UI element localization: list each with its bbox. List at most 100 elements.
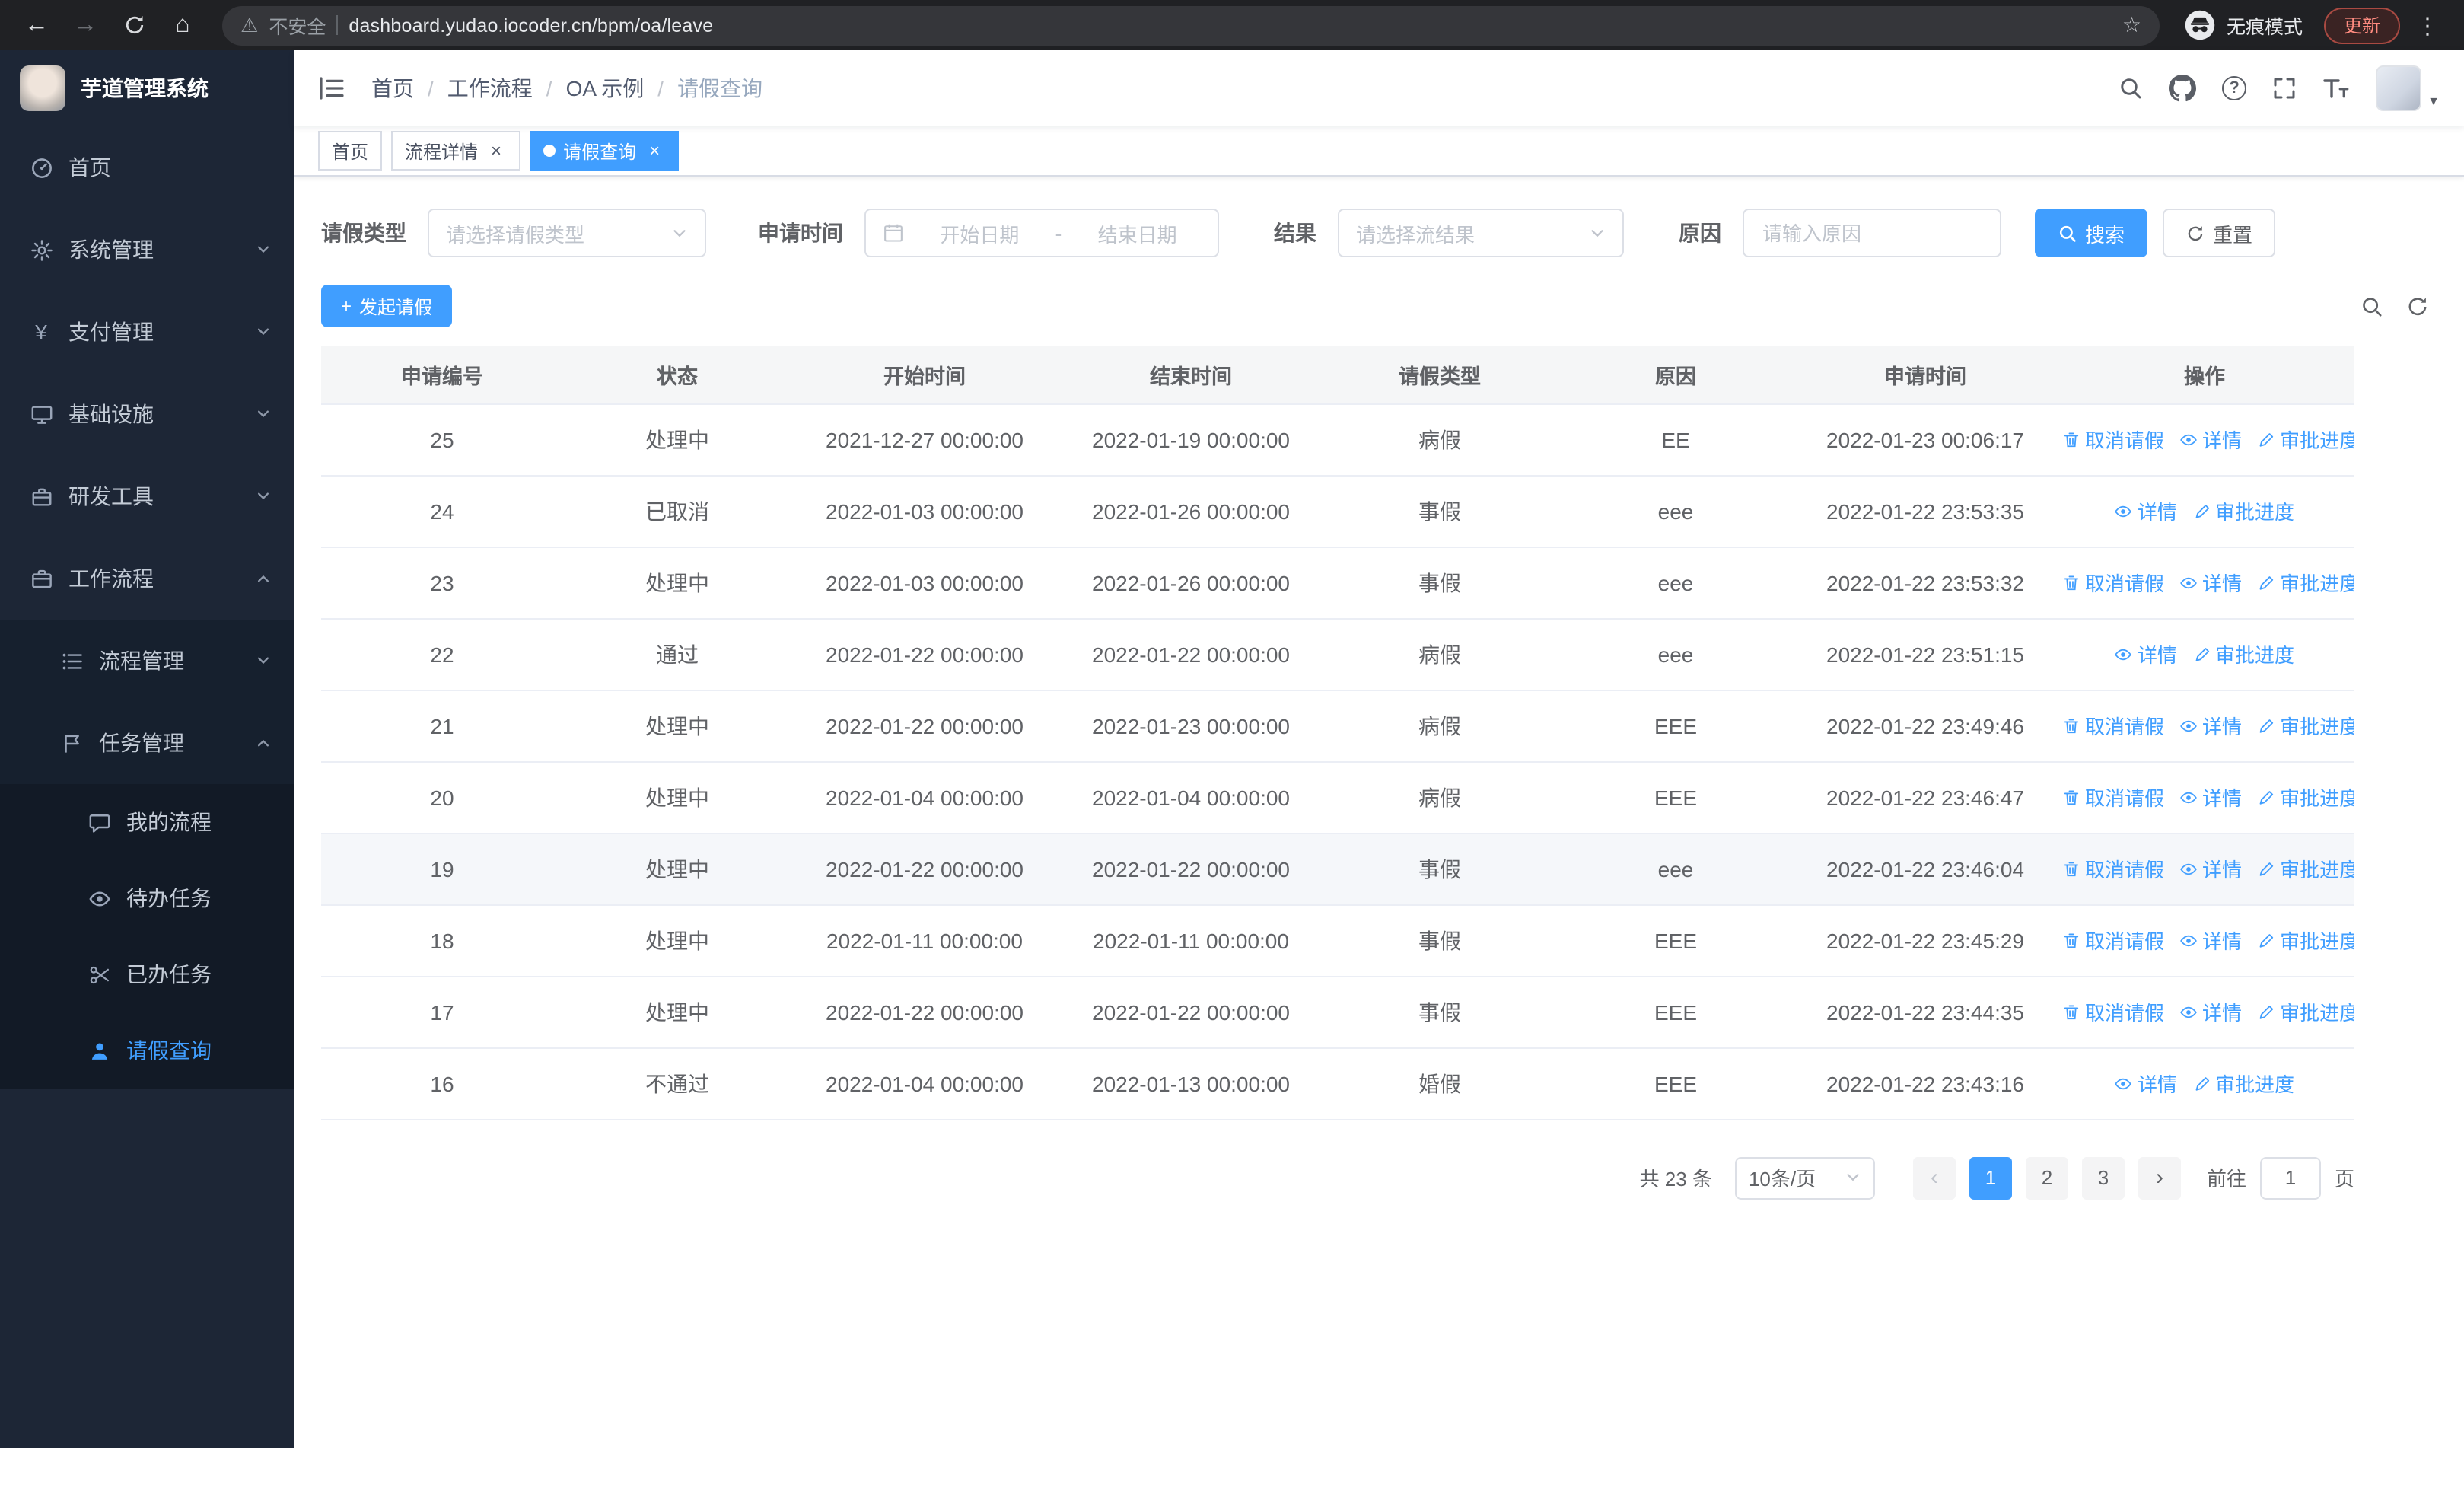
cancel-leave-link[interactable]: 取消请假 — [2062, 568, 2164, 597]
approval-progress-link[interactable]: 审批进度 — [2257, 425, 2354, 454]
app-logo[interactable]: 芋道管理系统 — [0, 50, 294, 126]
sidebar-item-home[interactable]: 首页 — [0, 126, 294, 209]
sidebar-item-label: 任务管理 — [99, 731, 184, 755]
sidebar-collapse-icon[interactable] — [318, 76, 345, 100]
incognito-icon — [2184, 9, 2216, 41]
cell-type: 事假 — [1324, 904, 1555, 977]
omnibox-divider — [336, 15, 339, 35]
table-row: 17 处理中 2022-01-22 00:00:00 2022-01-22 00:00… — [321, 976, 2354, 1048]
apply-time-range-picker[interactable]: 开始日期 - 结束日期 — [864, 209, 1219, 257]
home-icon[interactable]: ⌂ — [161, 4, 204, 46]
reason-input[interactable] — [1743, 209, 2001, 257]
detail-link[interactable]: 详情 — [2179, 997, 2242, 1026]
sidebar-item-dev-tools[interactable]: 研发工具 — [0, 455, 294, 537]
detail-link[interactable]: 详情 — [2179, 568, 2242, 597]
approval-progress-link[interactable]: 审批进度 — [2257, 711, 2354, 740]
sidebar-item-label: 待办任务 — [126, 886, 212, 910]
cancel-leave-link[interactable]: 取消请假 — [2062, 425, 2164, 454]
caret-down-icon: ▼ — [2427, 94, 2440, 108]
approval-progress-link[interactable]: 审批进度 — [2192, 496, 2294, 525]
detail-link[interactable]: 详情 — [2179, 783, 2242, 811]
chevron-down-icon — [256, 489, 271, 504]
close-icon[interactable]: × — [644, 140, 665, 161]
col-apply-time: 申请时间 — [1796, 346, 2055, 404]
detail-link[interactable]: 详情 — [2115, 496, 2177, 525]
approval-progress-link[interactable]: 审批进度 — [2257, 997, 2354, 1026]
tags-view: 首页 流程详情 × 请假查询 × — [294, 126, 2464, 177]
goto-page-input[interactable] — [2259, 1156, 2321, 1199]
cancel-leave-link[interactable]: 取消请假 — [2062, 854, 2164, 883]
next-page-button[interactable]: › — [2138, 1156, 2181, 1199]
detail-link[interactable]: 详情 — [2179, 854, 2242, 883]
search-icon[interactable] — [2119, 76, 2143, 100]
approval-progress-link[interactable]: 审批进度 — [2257, 568, 2354, 597]
cancel-leave-link[interactable]: 取消请假 — [2062, 926, 2164, 955]
url-bar[interactable]: ⚠ 不安全 dashboard.yudao.iocoder.cn/bpm/oa/… — [222, 5, 2160, 45]
approval-progress-link[interactable]: 审批进度 — [2192, 1069, 2294, 1098]
detail-link[interactable]: 详情 — [2115, 1069, 2177, 1098]
user-menu[interactable]: ▼ — [2376, 65, 2440, 111]
sidebar-item-my-process[interactable]: 我的流程 — [0, 784, 294, 860]
page-button-3[interactable]: 3 — [2081, 1156, 2125, 1199]
prev-page-button[interactable]: ‹ — [1912, 1156, 1956, 1199]
toggle-search-icon[interactable] — [2361, 295, 2383, 317]
approval-progress-link[interactable]: 审批进度 — [2257, 783, 2354, 811]
yen-icon: ¥ — [35, 320, 47, 344]
cancel-leave-link[interactable]: 取消请假 — [2062, 997, 2164, 1026]
back-icon[interactable]: ← — [15, 4, 58, 46]
sidebar-item-task-mgmt[interactable]: 任务管理 — [0, 702, 294, 784]
forward-icon[interactable]: → — [64, 4, 107, 46]
sidebar-item-process-mgmt[interactable]: 流程管理 — [0, 620, 294, 702]
approval-progress-link[interactable]: 审批进度 — [2257, 854, 2354, 883]
sidebar-item-payment-mgmt[interactable]: ¥ 支付管理 — [0, 291, 294, 373]
update-button[interactable]: 更新 — [2323, 7, 2400, 43]
sidebar-item-label: 流程管理 — [99, 649, 184, 673]
help-icon[interactable]: ? — [2222, 76, 2247, 100]
cell-reason: eee — [1555, 833, 1796, 905]
page-button-2[interactable]: 2 — [2025, 1156, 2068, 1199]
sidebar-item-infrastructure[interactable]: 基础设施 — [0, 373, 294, 455]
sidebar-item-todo-tasks[interactable]: 待办任务 — [0, 860, 294, 936]
detail-link[interactable]: 详情 — [2115, 639, 2177, 668]
reload-icon[interactable] — [113, 4, 155, 46]
breadcrumb-workflow[interactable]: 工作流程 — [447, 73, 533, 104]
tab-label: 流程详情 — [405, 141, 479, 162]
browser-menu-icon[interactable]: ⋮ — [2406, 4, 2449, 46]
start-date-placeholder: 开始日期 — [940, 223, 1020, 246]
fullscreen-icon[interactable] — [2272, 76, 2297, 100]
detail-link[interactable]: 详情 — [2179, 425, 2242, 454]
col-leave-type: 请假类型 — [1324, 346, 1555, 404]
page-button-1[interactable]: 1 — [1969, 1156, 2012, 1199]
bookmark-star-icon[interactable]: ☆ — [2122, 12, 2141, 38]
reset-button[interactable]: 重置 — [2163, 209, 2276, 257]
detail-link[interactable]: 详情 — [2179, 926, 2242, 955]
result-select[interactable]: 请选择流结果 — [1338, 209, 1624, 257]
github-icon[interactable] — [2169, 75, 2197, 102]
sidebar-item-leave-query[interactable]: 请假查询 — [0, 1012, 294, 1089]
sidebar-item-label: 研发工具 — [68, 484, 154, 508]
sidebar-item-workflow[interactable]: 工作流程 — [0, 537, 294, 620]
create-leave-button[interactable]: + 发起请假 — [321, 285, 453, 327]
detail-link[interactable]: 详情 — [2179, 711, 2242, 740]
tab-process-detail[interactable]: 流程详情 × — [391, 131, 521, 171]
sidebar-item-done-tasks[interactable]: 已办任务 — [0, 936, 294, 1012]
pagination-total: 共 23 条 — [1639, 1168, 1712, 1191]
sidebar-item-system-mgmt[interactable]: 系统管理 — [0, 209, 294, 291]
cell-start: 2022-01-22 00:00:00 — [791, 833, 1058, 905]
tab-home[interactable]: 首页 — [318, 131, 383, 171]
approval-progress-link[interactable]: 审批进度 — [2257, 926, 2354, 955]
font-size-icon[interactable] — [2322, 76, 2350, 100]
breadcrumb-oa-example[interactable]: OA 示例 — [566, 73, 645, 104]
close-icon[interactable]: × — [485, 140, 507, 161]
page-size-select[interactable]: 10条/页 — [1734, 1156, 1875, 1199]
refresh-table-icon[interactable] — [2406, 295, 2429, 317]
cancel-leave-link[interactable]: 取消请假 — [2062, 711, 2164, 740]
approval-progress-link[interactable]: 审批进度 — [2192, 639, 2294, 668]
leave-type-select[interactable]: 请选择请假类型 — [428, 209, 706, 257]
tab-leave-query[interactable]: 请假查询 × — [530, 131, 680, 171]
cancel-leave-link[interactable]: 取消请假 — [2062, 783, 2164, 811]
search-button[interactable]: 搜索 — [2035, 209, 2148, 257]
breadcrumb-home[interactable]: 首页 — [371, 73, 414, 104]
cell-status: 处理中 — [563, 833, 791, 905]
cell-status: 处理中 — [563, 403, 791, 476]
